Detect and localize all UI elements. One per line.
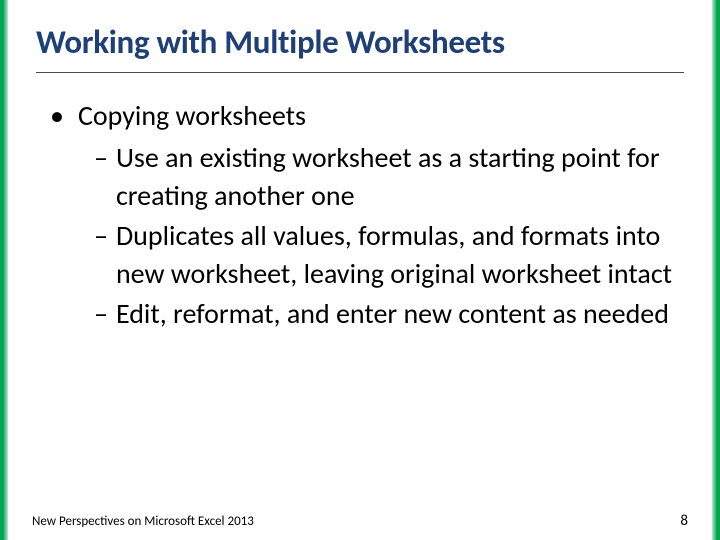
slide-footer: New Perspectives on Microsoft Excel 2013…: [32, 512, 688, 530]
bullet-text: Duplicates all values, formulas, and for…: [116, 217, 684, 293]
bullet-level2-item: – Use an existing worksheet as a startin…: [36, 139, 684, 215]
bullet-text: Edit, reformat, and enter new content as…: [116, 295, 669, 333]
bullet-level1: • Copying worksheets: [36, 97, 684, 135]
bullet-level2-item: – Duplicates all values, formulas, and f…: [36, 217, 684, 293]
footer-page-number: 8: [680, 512, 688, 530]
left-accent-bar: [0, 0, 8, 540]
dash-icon: –: [94, 139, 108, 215]
bullet-text: Use an existing worksheet as a starting …: [116, 139, 684, 215]
footer-book-title: New Perspectives on Microsoft Excel 2013: [32, 514, 254, 529]
dash-icon: –: [94, 295, 108, 333]
bullet-level2-item: – Edit, reformat, and enter new content …: [36, 295, 684, 333]
right-accent-bar: [712, 0, 720, 540]
title-divider: [36, 72, 684, 73]
slide-title: Working with Multiple Worksheets: [36, 22, 684, 62]
slide-content: Working with Multiple Worksheets • Copyi…: [8, 0, 712, 540]
dash-icon: –: [94, 217, 108, 293]
bullet-heading: Copying worksheets: [78, 97, 306, 135]
bullet-dot-icon: •: [50, 97, 64, 135]
